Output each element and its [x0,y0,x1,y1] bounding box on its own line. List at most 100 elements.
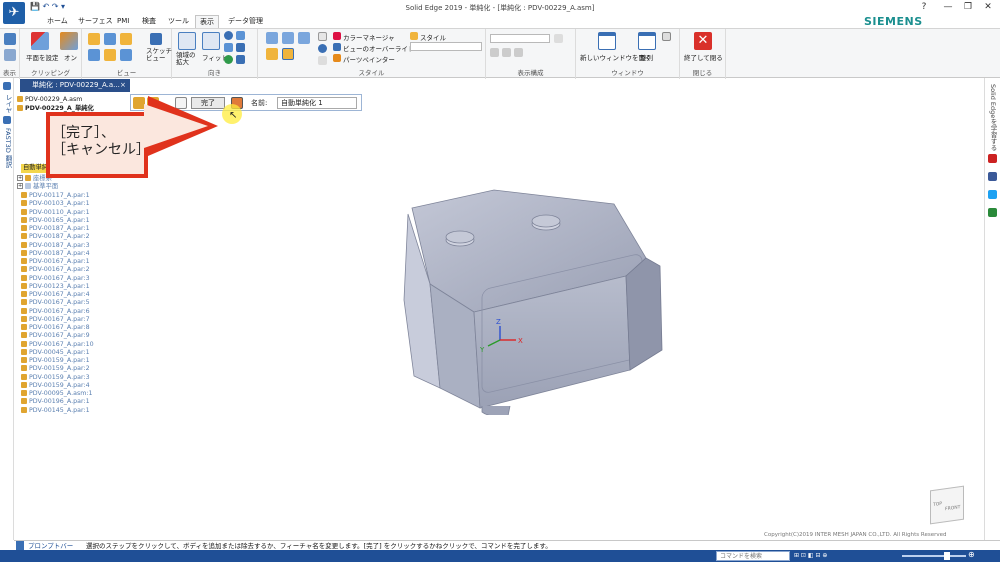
tree-item-part[interactable]: PDV-00167_A.par:8 [21,324,90,332]
tree-item-part[interactable]: PDV-00159_A.par:3 [21,373,90,382]
name-field[interactable]: 自動単純化 1 [277,97,357,109]
tree-item-part[interactable]: PDV-00167_A.par:2 [21,266,90,274]
config-icon-2[interactable] [502,48,511,57]
shade-hidden-icon[interactable] [282,48,294,60]
color-manager-button[interactable]: カラーマネージャ [343,32,395,42]
spin-icon[interactable] [236,43,245,52]
tree-item-part[interactable]: PDV-00110_A.par:1 [21,208,90,217]
tab-view[interactable]: 表示 [195,15,219,28]
community-icon[interactable] [988,208,997,217]
tab-home[interactable]: ホーム [43,15,72,28]
tree-item-part[interactable]: PDV-00159_A.par:4 [21,381,90,390]
clip-on-icon[interactable] [60,32,78,50]
tree-item-part[interactable]: PDV-00187_A.par:4 [21,249,90,258]
zoom-in-icon[interactable]: ⊕ [968,550,975,559]
facebook-icon[interactable] [988,172,997,181]
view-override-icon[interactable] [333,43,341,51]
view-icon-5[interactable] [120,49,132,61]
view-icon-3[interactable] [88,49,100,61]
config-icon-1[interactable] [490,48,499,57]
show-icon[interactable] [4,33,16,45]
view-cube[interactable]: TOP FRONT [930,485,964,525]
tree-item-part[interactable]: PDV-00167_A.par:7 [21,315,90,324]
pathfinder-icon[interactable] [3,82,11,90]
tree-item-part[interactable]: PDV-00167_A.par:9 [21,332,90,340]
part-painter-button[interactable]: パーツペインター [343,54,395,64]
clip-plane-icon[interactable] [31,32,49,50]
close-window-button[interactable]: ✕ [976,1,1000,13]
zoom-slider[interactable] [902,555,966,557]
style-icon[interactable] [410,32,418,40]
help-button[interactable]: ? [912,1,936,13]
pan-icon[interactable] [236,31,245,40]
shade-visible-icon[interactable] [266,48,278,60]
color-manager-icon[interactable] [333,32,341,40]
show-panes-icon[interactable] [4,49,16,61]
view-icon[interactable] [104,33,116,45]
arrange-button[interactable]: 整列 [640,52,653,62]
tree-item-part[interactable]: PDV-00196_A.par:1 [21,398,90,406]
tree-item-part[interactable]: PDV-00187_A.par:2 [21,233,90,241]
view-cube-icon[interactable] [88,33,100,45]
fast3d-tab[interactable]: FAST3D 翻訳 [3,128,13,168]
zoom-icon[interactable] [224,31,233,40]
render-icon[interactable] [318,32,327,41]
tree-item-part[interactable]: PDV-00167_A.par:1 [21,258,90,266]
tree-item-part[interactable]: PDV-00045_A.par:1 [21,348,90,357]
zoom-area-icon[interactable] [178,32,196,50]
tree-item-part[interactable]: PDV-00167_A.par:6 [21,307,90,316]
tree-item-part[interactable]: PDV-00165_A.par:1 [21,216,90,225]
tab-pmi[interactable]: PMI [113,15,133,28]
config-icon-3[interactable] [514,48,523,57]
config-icon-4[interactable] [554,34,563,43]
zoom-area-button[interactable]: 領域の拡大 [176,52,200,66]
tree-item-part[interactable]: PDV-00145_A.par:1 [21,406,90,415]
twitter-icon[interactable] [988,190,997,199]
view-cube-top[interactable]: TOP [933,502,942,508]
status-icons[interactable]: ⊞ ⊡ ◧ ⊟ ⊕ [794,552,894,560]
view-icon-4[interactable] [104,49,116,61]
clip-on-button[interactable]: オン [64,52,77,62]
expand-icon[interactable]: + [17,175,23,181]
expand-icon[interactable]: + [17,183,23,189]
command-search-input[interactable] [716,551,790,561]
tree-item-part[interactable]: PDV-00123_A.par:1 [21,282,90,291]
tab-surface[interactable]: サーフェス [74,15,117,28]
tree-item-part[interactable]: PDV-00167_A.par:5 [21,299,90,307]
new-window-icon[interactable] [598,32,616,50]
tab-tools[interactable]: ツール [164,15,193,28]
app-menu-button[interactable]: ✈ [3,2,25,24]
sketch-view-icon[interactable] [150,33,162,45]
zoom-slider-thumb[interactable] [944,552,950,560]
tree-item-part[interactable]: PDV-00159_A.par:1 [21,357,90,365]
display-config-dropdown[interactable] [490,34,550,43]
tree-item-part[interactable]: PDV-00117_A.par:1 [21,192,90,200]
lights-icon[interactable] [318,56,327,65]
tree-item-part[interactable]: PDV-00095_A.asm:1 [21,390,93,398]
wireframe-icon[interactable] [298,32,310,44]
layers-tab[interactable]: レイヤ [3,94,13,114]
sketch-view-button[interactable]: スケッチビュー [146,48,172,62]
fast3d-icon[interactable] [3,116,11,124]
youtube-icon[interactable] [988,154,997,163]
shade-edges-icon[interactable] [282,32,294,44]
tree-item-part[interactable]: PDV-00159_A.par:2 [21,365,90,373]
previous-view-icon[interactable] [236,55,245,64]
cascade-icon[interactable] [662,32,671,41]
close-and-exit-icon[interactable]: ✕ [694,32,712,50]
sphere-icon[interactable] [318,44,327,53]
close-and-exit-button[interactable]: 終了して閉る [684,52,723,62]
tree-item-part[interactable]: PDV-00167_A.par:4 [21,291,90,299]
tree-item-part[interactable]: PDV-00187_A.par:3 [21,241,90,250]
view-orient-icon[interactable] [224,55,233,64]
tree-item-part[interactable]: PDV-00103_A.par:1 [21,200,90,208]
shade-icon[interactable] [266,32,278,44]
quick-access-toolbar[interactable]: 💾 ↶ ↷ ▾ [30,2,100,12]
part-painter-icon[interactable] [333,54,341,62]
tree-item-part[interactable]: PDV-00167_A.par:3 [21,274,90,283]
fit-icon[interactable] [202,32,220,50]
tab-data-management[interactable]: データ管理 [224,15,267,28]
view-override-button[interactable]: ビューのオーバーライド [343,43,414,53]
style-dropdown[interactable] [410,42,482,51]
rotate-icon[interactable] [224,43,233,52]
